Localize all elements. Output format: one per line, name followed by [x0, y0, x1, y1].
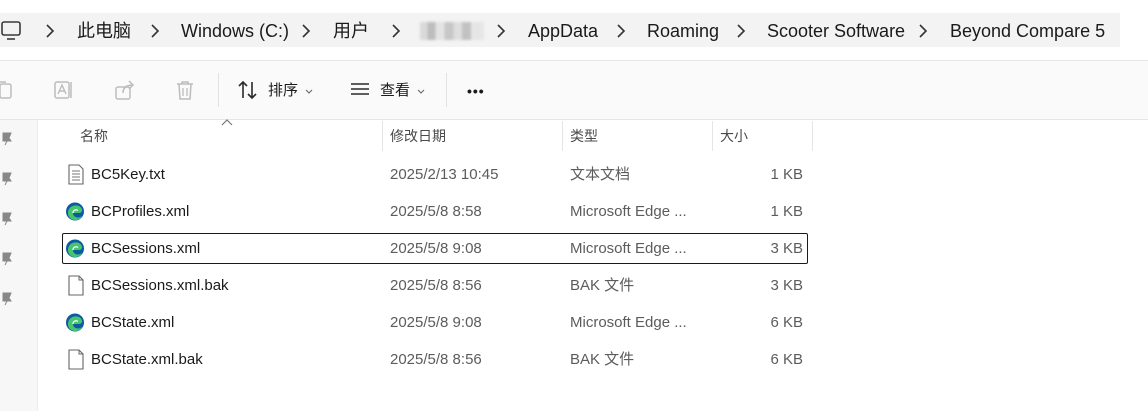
- divider: [0, 119, 1148, 120]
- file-row[interactable]: BCState.xml 2025/5/8 9:08 Microsoft Edge…: [62, 307, 808, 338]
- file-date-modified: 2025/2/13 10:45: [390, 166, 499, 183]
- view-lines-icon[interactable]: [349, 79, 371, 101]
- view-button[interactable]: 查看: [380, 77, 410, 105]
- breadcrumb-item-beyond-compare-5[interactable]: Beyond Compare 5: [950, 19, 1105, 43]
- pin-icon[interactable]: [1, 172, 13, 186]
- sort-icon[interactable]: [237, 79, 259, 101]
- file-size: 3 KB: [770, 240, 803, 257]
- text-file-icon: [68, 164, 84, 185]
- pin-icon[interactable]: [1, 252, 13, 266]
- column-divider[interactable]: [382, 121, 383, 151]
- chevron-right-icon[interactable]: [391, 24, 401, 38]
- breadcrumb-item-users[interactable]: 用户: [333, 19, 369, 43]
- file-type: 文本文档: [570, 166, 631, 183]
- file-name: BCSessions.xml: [91, 240, 201, 257]
- chevron-down-icon[interactable]: [417, 89, 425, 94]
- rename-icon[interactable]: [53, 79, 75, 101]
- file-type: Microsoft Edge ...: [570, 240, 687, 257]
- file-size: 6 KB: [770, 351, 803, 368]
- breadcrumb-item-appdata[interactable]: AppData: [528, 19, 598, 43]
- copy-icon[interactable]: [0, 79, 16, 101]
- pane-divider: [37, 120, 38, 411]
- column-header-type[interactable]: 类型: [570, 123, 598, 149]
- chevron-right-icon[interactable]: [736, 24, 746, 38]
- chevron-right-icon[interactable]: [616, 24, 626, 38]
- sort-ascending-icon[interactable]: [221, 119, 233, 126]
- column-header-date-modified[interactable]: 修改日期: [390, 123, 446, 149]
- file-row[interactable]: BCSessions.xml.bak 2025/5/8 8:56 BAK 文件 …: [62, 270, 808, 301]
- blank-file-icon: [68, 275, 84, 296]
- blank-file-icon: [68, 349, 84, 370]
- file-date-modified: 2025/5/8 8:58: [390, 203, 482, 220]
- file-name: BCState.xml.bak: [91, 351, 203, 368]
- file-row[interactable]: BCState.xml.bak 2025/5/8 8:56 BAK 文件 6 K…: [62, 344, 808, 375]
- file-name: BCState.xml: [91, 314, 175, 331]
- chevron-right-icon[interactable]: [45, 24, 55, 38]
- file-size: 1 KB: [770, 203, 803, 220]
- chevron-right-icon[interactable]: [496, 24, 506, 38]
- file-name: BCSessions.xml.bak: [91, 277, 229, 294]
- file-row[interactable]: BC5Key.txt 2025/2/13 10:45 文本文档 1 KB: [62, 159, 808, 190]
- breadcrumb-item-roaming[interactable]: Roaming: [647, 19, 719, 43]
- file-type: Microsoft Edge ...: [570, 203, 687, 220]
- column-divider[interactable]: [812, 121, 813, 151]
- chevron-right-icon[interactable]: [150, 24, 160, 38]
- file-type: BAK 文件: [570, 351, 635, 368]
- chevron-right-icon[interactable]: [301, 24, 311, 38]
- share-icon[interactable]: [114, 79, 136, 101]
- pin-icon[interactable]: [1, 132, 13, 146]
- edge-icon: [66, 313, 84, 332]
- sort-button[interactable]: 排序: [268, 77, 298, 105]
- column-divider[interactable]: [562, 121, 563, 151]
- column-divider[interactable]: [712, 121, 713, 151]
- file-name: BC5Key.txt: [91, 166, 165, 183]
- pin-icon[interactable]: [1, 212, 13, 226]
- breadcrumb-item-username-redacted[interactable]: [420, 22, 484, 40]
- file-size: 6 KB: [770, 314, 803, 331]
- chevron-down-icon[interactable]: [305, 89, 313, 94]
- file-name: BCProfiles.xml: [91, 203, 190, 220]
- file-type: Microsoft Edge ...: [570, 314, 687, 331]
- edge-icon: [66, 202, 84, 221]
- breadcrumb-item-scooter-software[interactable]: Scooter Software: [767, 19, 905, 43]
- file-size: 3 KB: [770, 277, 803, 294]
- toolbar-separator: [218, 73, 219, 107]
- file-type: BAK 文件: [570, 277, 635, 294]
- file-row-selected[interactable]: BCSessions.xml 2025/5/8 9:08 Microsoft E…: [62, 233, 808, 264]
- pin-icon[interactable]: [1, 292, 13, 306]
- file-row[interactable]: BCProfiles.xml 2025/5/8 8:58 Microsoft E…: [62, 196, 808, 227]
- column-header-name[interactable]: 名称: [80, 123, 108, 149]
- toolbar-separator: [446, 73, 447, 107]
- file-size: 1 KB: [770, 166, 803, 183]
- trash-icon[interactable]: [174, 79, 196, 101]
- file-explorer-window: 此电脑 Windows (C:) 用户 AppData Roaming Scoo…: [0, 0, 1148, 411]
- chevron-right-icon[interactable]: [918, 24, 928, 38]
- computer-icon[interactable]: [1, 21, 23, 41]
- breadcrumb-item-windows-c[interactable]: Windows (C:): [181, 19, 289, 43]
- more-options-button[interactable]: •••: [467, 77, 485, 105]
- command-bar: 排序 查看 •••: [0, 61, 1148, 119]
- file-date-modified: 2025/5/8 8:56: [390, 351, 482, 368]
- file-date-modified: 2025/5/8 8:56: [390, 277, 482, 294]
- file-date-modified: 2025/5/8 9:08: [390, 314, 482, 331]
- file-date-modified: 2025/5/8 9:08: [390, 240, 482, 257]
- breadcrumb-item-this-pc[interactable]: 此电脑: [77, 19, 131, 43]
- edge-icon: [66, 239, 84, 258]
- address-bar[interactable]: 此电脑 Windows (C:) 用户 AppData Roaming Scoo…: [0, 0, 1148, 60]
- column-header-size[interactable]: 大小: [720, 123, 748, 149]
